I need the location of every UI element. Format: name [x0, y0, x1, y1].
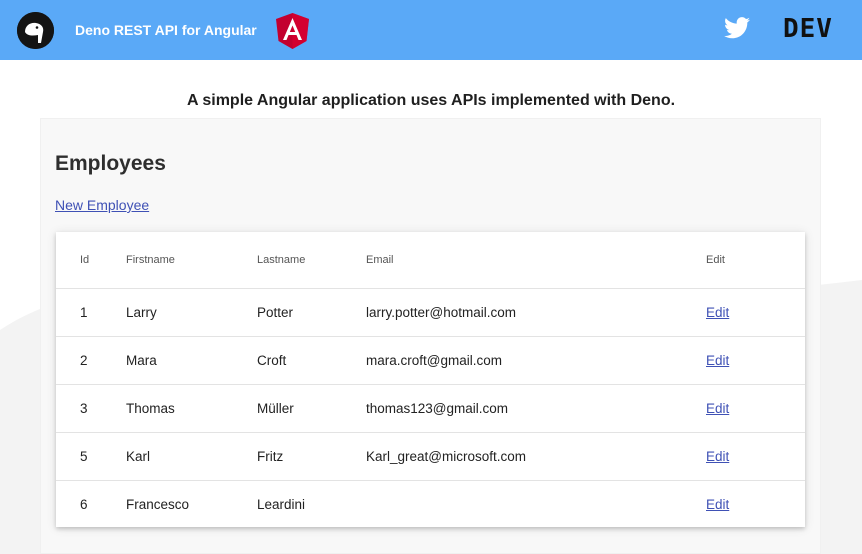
- cell-firstname: Thomas: [126, 400, 175, 416]
- cell-firstname: Larry: [126, 304, 157, 320]
- dev-logo[interactable]: DEV: [783, 15, 833, 43]
- cell-lastname: Potter: [257, 304, 294, 320]
- edit-link[interactable]: Edit: [706, 353, 729, 368]
- deno-logo-icon[interactable]: [17, 12, 54, 49]
- page-title: Employees: [55, 152, 166, 175]
- cell-email: Karl_great@microsoft.com: [366, 448, 527, 464]
- edit-cell: Edit: [706, 336, 805, 384]
- cell-lastname: Fritz: [257, 448, 284, 464]
- column-header-firstname[interactable]: Firstname: [126, 232, 257, 288]
- column-header-edit: Edit: [706, 253, 725, 266]
- employees-table-card: Id Firstname Lastname Email Edit 1 Larry…: [56, 232, 805, 527]
- edit-cell: Edit: [706, 288, 805, 336]
- cell-firstname: Karl: [126, 448, 151, 464]
- edit-link[interactable]: Edit: [706, 449, 729, 464]
- cell-id: 1: [80, 304, 88, 320]
- column-header-email[interactable]: Email: [366, 232, 706, 288]
- edit-link[interactable]: Edit: [706, 497, 729, 512]
- edit-link[interactable]: Edit: [706, 401, 729, 416]
- cell-firstname: Francesco: [126, 496, 190, 512]
- cell-id: 2: [80, 352, 88, 368]
- twitter-icon[interactable]: [724, 17, 750, 44]
- edit-link[interactable]: Edit: [706, 305, 729, 320]
- angular-logo-icon[interactable]: [276, 13, 309, 54]
- cell-email: larry.potter@hotmail.com: [366, 304, 516, 320]
- table-header-row: Id Firstname Lastname Email Edit: [56, 232, 805, 288]
- edit-cell: Edit: [706, 384, 805, 432]
- top-bar: Deno REST API for Angular DEV: [0, 0, 862, 60]
- cell-email: [366, 480, 706, 528]
- column-header-id[interactable]: Id: [56, 232, 126, 288]
- cell-id: 6: [80, 496, 88, 512]
- column-header-lastname[interactable]: Lastname: [257, 232, 366, 288]
- cell-lastname: Müller: [257, 400, 294, 416]
- cell-lastname: Croft: [257, 352, 287, 368]
- cell-lastname: Leardini: [257, 496, 306, 512]
- cell-id: 5: [80, 448, 88, 464]
- employees-table: Id Firstname Lastname Email Edit 1 Larry…: [56, 232, 805, 528]
- cell-id: 3: [80, 400, 88, 416]
- table-row: 2 Mara Croft mara.croft@gmail.com Edit: [56, 336, 805, 384]
- cell-email: thomas123@gmail.com: [366, 400, 509, 416]
- page-subtitle: A simple Angular application uses APIs i…: [186, 92, 676, 109]
- table-row: 1 Larry Potter larry.potter@hotmail.com …: [56, 288, 805, 336]
- table-row: 5 Karl Fritz Karl_great@microsoft.com Ed…: [56, 432, 805, 480]
- new-employee-link[interactable]: New Employee: [55, 197, 149, 213]
- table-row: 3 Thomas Müller thomas123@gmail.com Edit: [56, 384, 805, 432]
- cell-firstname: Mara: [126, 352, 157, 368]
- table-row: 6 Francesco Leardini Edit: [56, 480, 805, 528]
- edit-cell: Edit: [706, 432, 805, 480]
- cell-email: mara.croft@gmail.com: [366, 352, 502, 368]
- app-title: Deno REST API for Angular: [75, 22, 257, 38]
- edit-cell: Edit: [706, 480, 805, 528]
